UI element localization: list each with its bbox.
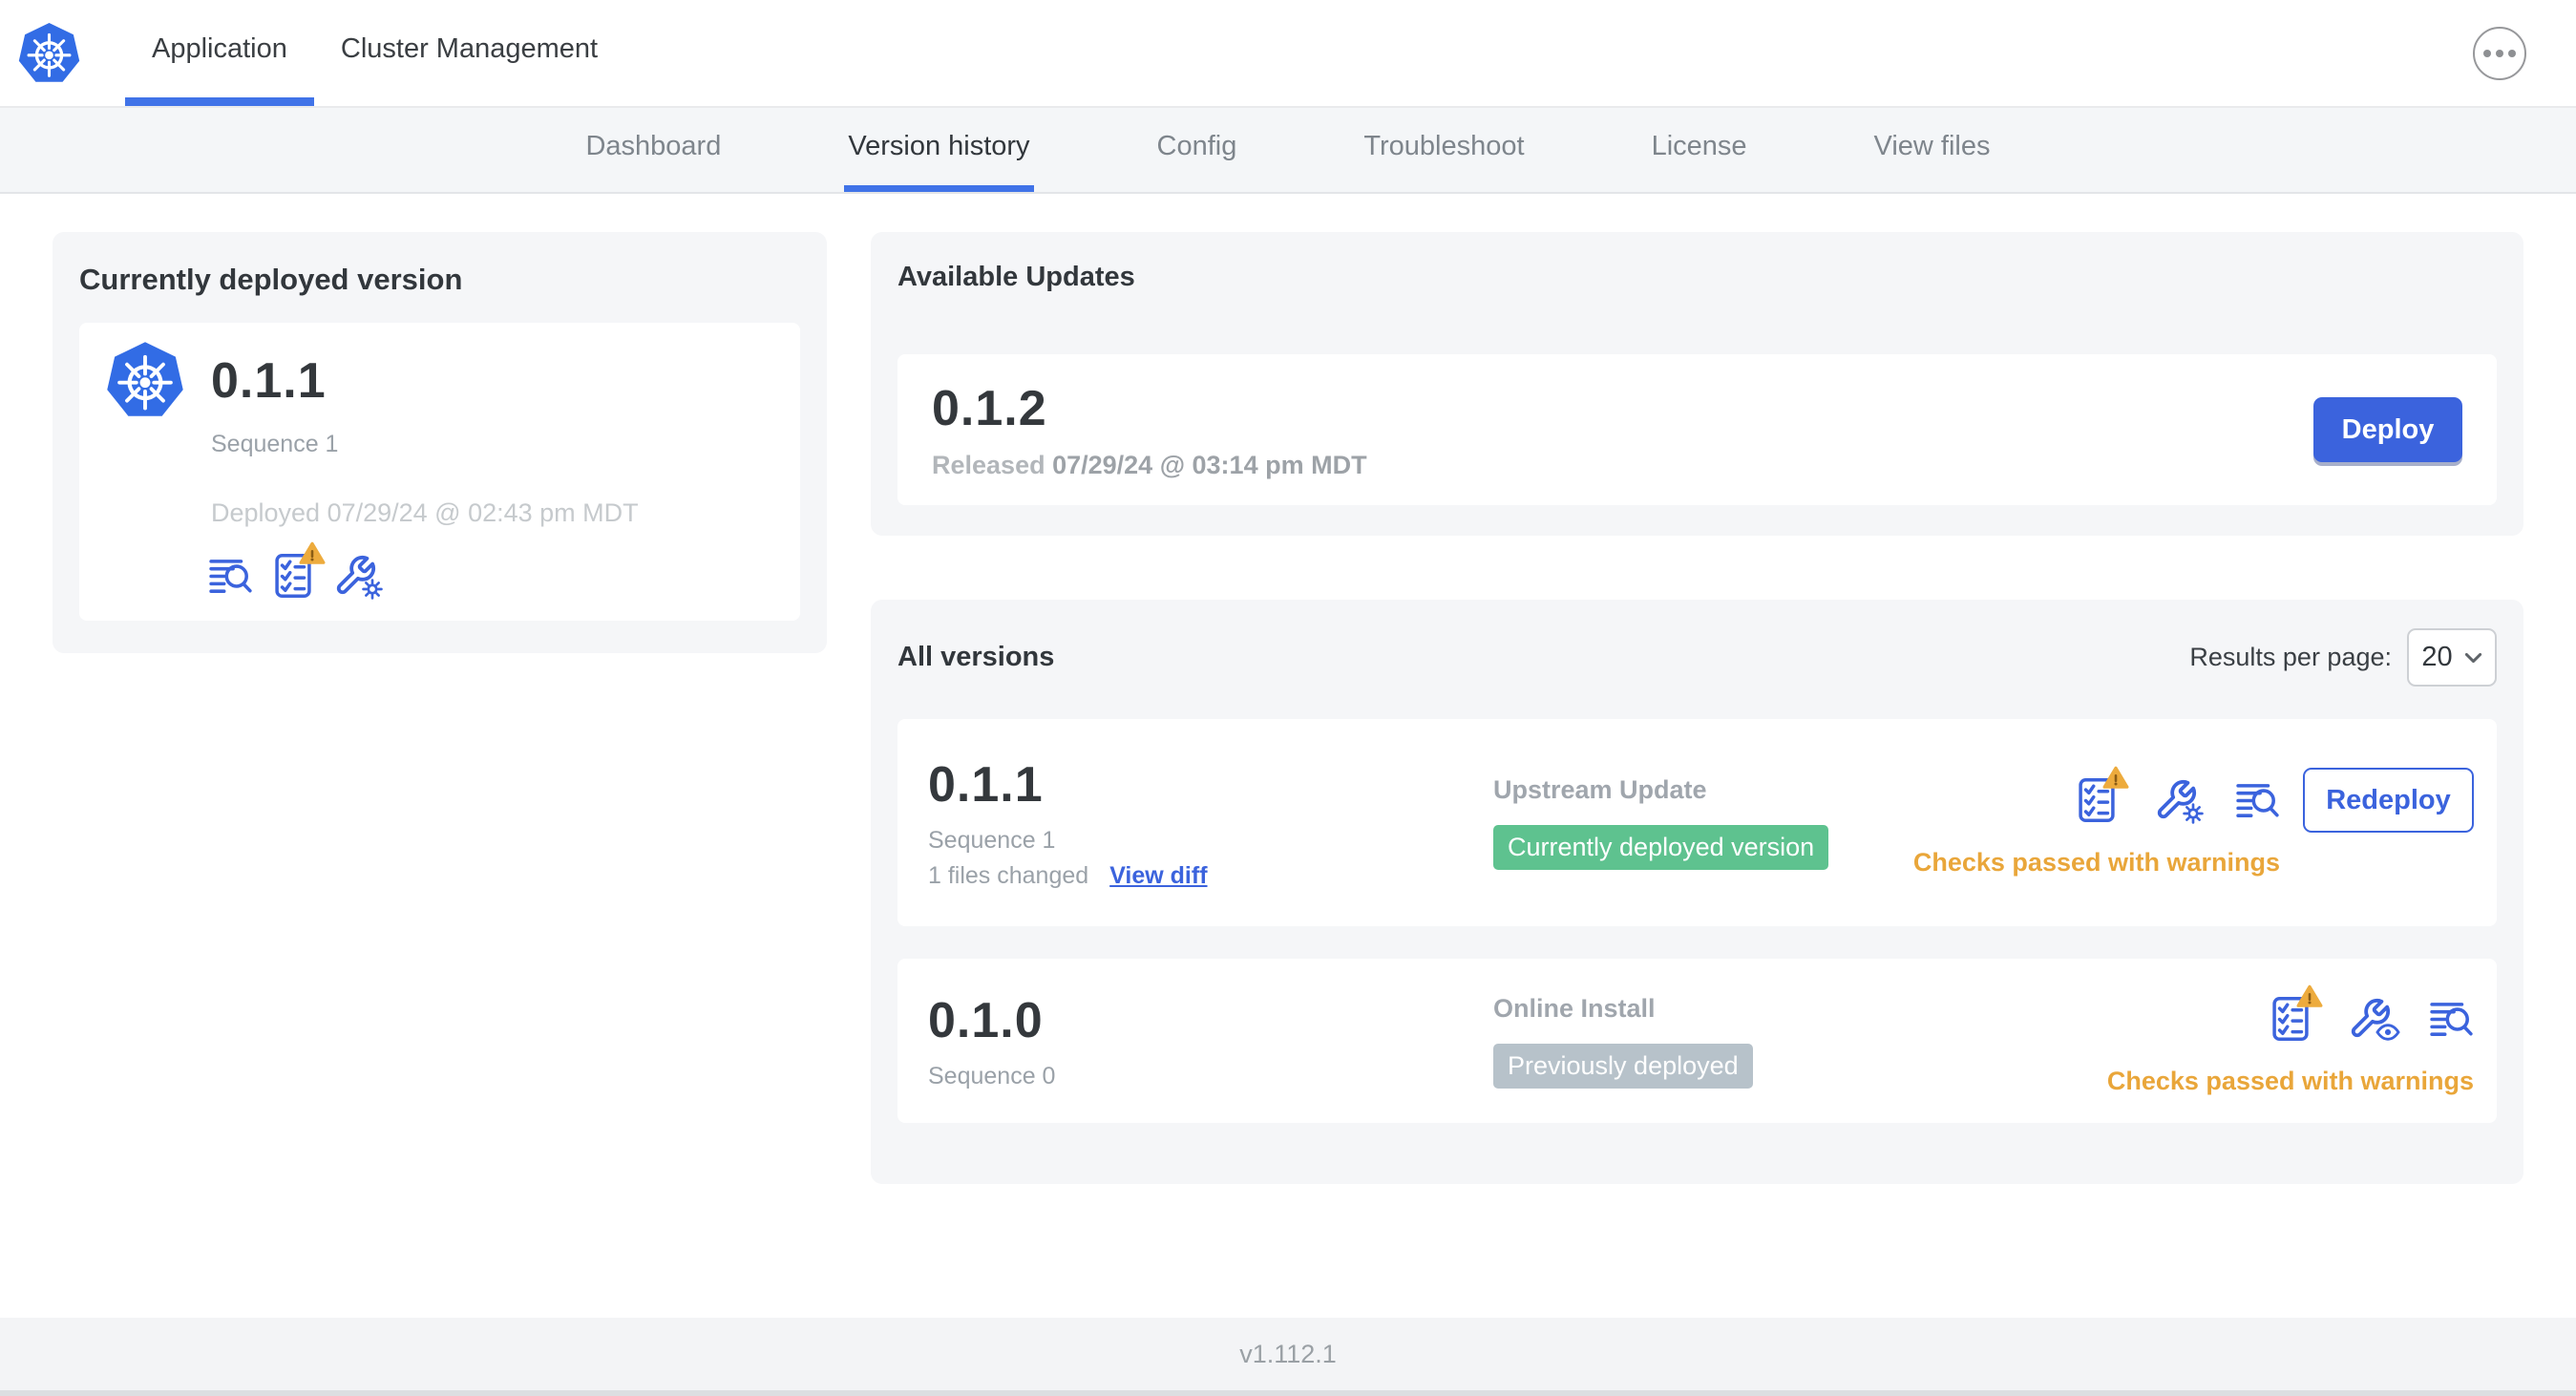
wrench-gear-icon[interactable] <box>333 554 377 598</box>
wrench-gear-icon[interactable] <box>2154 778 2198 822</box>
gear-icon <box>362 579 383 600</box>
all-versions-card: All versions Results per page: 20 0.1.1 … <box>871 600 2523 1184</box>
ellipsis-icon <box>2483 50 2491 57</box>
warning-triangle-icon <box>2296 984 2323 1008</box>
deployed-version-number: 0.1.1 <box>211 353 327 409</box>
preflight-checklist-warning-icon[interactable] <box>274 553 312 599</box>
diff-logs-icon[interactable] <box>2430 1000 2474 1038</box>
top-tabs: Application Cluster Management <box>125 0 624 106</box>
tab-dashboard[interactable]: Dashboard <box>581 108 725 192</box>
update-version-number: 0.1.2 <box>932 380 1047 436</box>
deploy-button[interactable]: Deploy <box>2313 397 2462 462</box>
diff-logs-icon[interactable] <box>209 557 253 595</box>
version-actions <box>2078 768 2280 833</box>
all-versions-title: All versions <box>897 642 1055 672</box>
available-updates-card: Available Updates 0.1.2 Released 07/29/2… <box>871 232 2523 536</box>
app-icon-kubernetes <box>105 341 185 421</box>
tab-troubleshoot[interactable]: Troubleshoot <box>1360 108 1528 192</box>
chevron-down-icon <box>2464 652 2482 664</box>
version-history-column: Available Updates 0.1.2 Released 07/29/2… <box>871 232 2523 1184</box>
warning-triangle-icon <box>2102 766 2129 790</box>
version-row-0-1-0: 0.1.0 Sequence 0 Online Install Previous… <box>897 959 2497 1123</box>
top-navbar: Application Cluster Management <box>0 0 2576 108</box>
version-actions <box>2271 986 2474 1051</box>
wrench-eye-icon[interactable] <box>2348 997 2392 1041</box>
main-content: Currently deployed version 0.1.1 Sequenc… <box>0 194 2576 1184</box>
deployed-version-actions <box>209 553 771 599</box>
tab-view-files[interactable]: View files <box>1870 108 1995 192</box>
tab-cluster-management[interactable]: Cluster Management <box>314 0 624 106</box>
diff-logs-icon[interactable] <box>2236 781 2280 819</box>
results-per-page-value: 20 <box>2421 642 2453 672</box>
row-version-number: 0.1.0 <box>928 992 1044 1048</box>
tab-cluster-management-label: Cluster Management <box>340 32 599 64</box>
checks-status-text: Checks passed with warnings <box>2106 1066 2474 1095</box>
status-badge-previously-deployed: Previously deployed <box>1493 1043 1753 1089</box>
tab-version-history[interactable]: Version history <box>844 108 1034 192</box>
deployed-timestamp: Deployed 07/29/24 @ 02:43 pm MDT <box>211 498 639 527</box>
version-source-label: Online Install <box>1493 993 1656 1023</box>
row-version-number: 0.1.1 <box>928 756 1044 813</box>
view-diff-link[interactable]: View diff <box>1109 862 1207 890</box>
tab-license[interactable]: License <box>1648 108 1751 192</box>
tab-config[interactable]: Config <box>1153 108 1241 192</box>
tab-application[interactable]: Application <box>125 0 314 106</box>
currently-deployed-title: Currently deployed version <box>79 263 463 296</box>
app-subnav: Dashboard Version history Config Trouble… <box>0 108 2576 194</box>
console-version-label: v1.112.1 <box>1239 1339 1337 1368</box>
checks-status-text: Checks passed with warnings <box>1912 848 2280 877</box>
currently-deployed-version-panel: 0.1.1 Sequence 1 Deployed 07/29/24 @ 02:… <box>79 323 800 621</box>
available-update-row: 0.1.2 Released 07/29/24 @ 03:14 pm MDT D… <box>897 354 2497 505</box>
app-footer: v1.112.1 <box>0 1318 2576 1396</box>
status-badge-currently-deployed: Currently deployed version <box>1493 825 1829 870</box>
row-sequence-label: Sequence 1 <box>928 826 1056 854</box>
version-row-0-1-1: 0.1.1 Sequence 1 1 files changed View di… <box>897 719 2497 926</box>
results-per-page: Results per page: 20 <box>2189 628 2497 687</box>
version-source-label: Upstream Update <box>1493 775 1707 804</box>
released-label: Released <box>932 450 1045 479</box>
gear-icon <box>2183 803 2204 824</box>
preflight-checklist-warning-icon[interactable] <box>2078 777 2116 823</box>
eye-icon <box>2375 1024 2400 1041</box>
results-per-page-select[interactable]: 20 <box>2407 628 2497 687</box>
files-changed-label: 1 files changed <box>928 861 1089 889</box>
currently-deployed-card: Currently deployed version 0.1.1 Sequenc… <box>53 232 827 653</box>
row-sequence-label: Sequence 0 <box>928 1062 1056 1089</box>
tab-application-label: Application <box>152 32 287 64</box>
redeploy-button[interactable]: Redeploy <box>2303 768 2474 833</box>
warning-triangle-icon <box>299 541 326 565</box>
more-menu-button[interactable] <box>2473 27 2526 80</box>
deployed-sequence-label: Sequence 1 <box>211 431 339 457</box>
released-timestamp: 07/29/24 @ 03:14 pm MDT <box>1052 450 1367 479</box>
kubernetes-logo-icon <box>17 22 81 86</box>
results-per-page-label: Results per page: <box>2189 643 2392 671</box>
preflight-checklist-warning-icon[interactable] <box>2271 996 2310 1042</box>
available-updates-title: Available Updates <box>897 262 1135 292</box>
